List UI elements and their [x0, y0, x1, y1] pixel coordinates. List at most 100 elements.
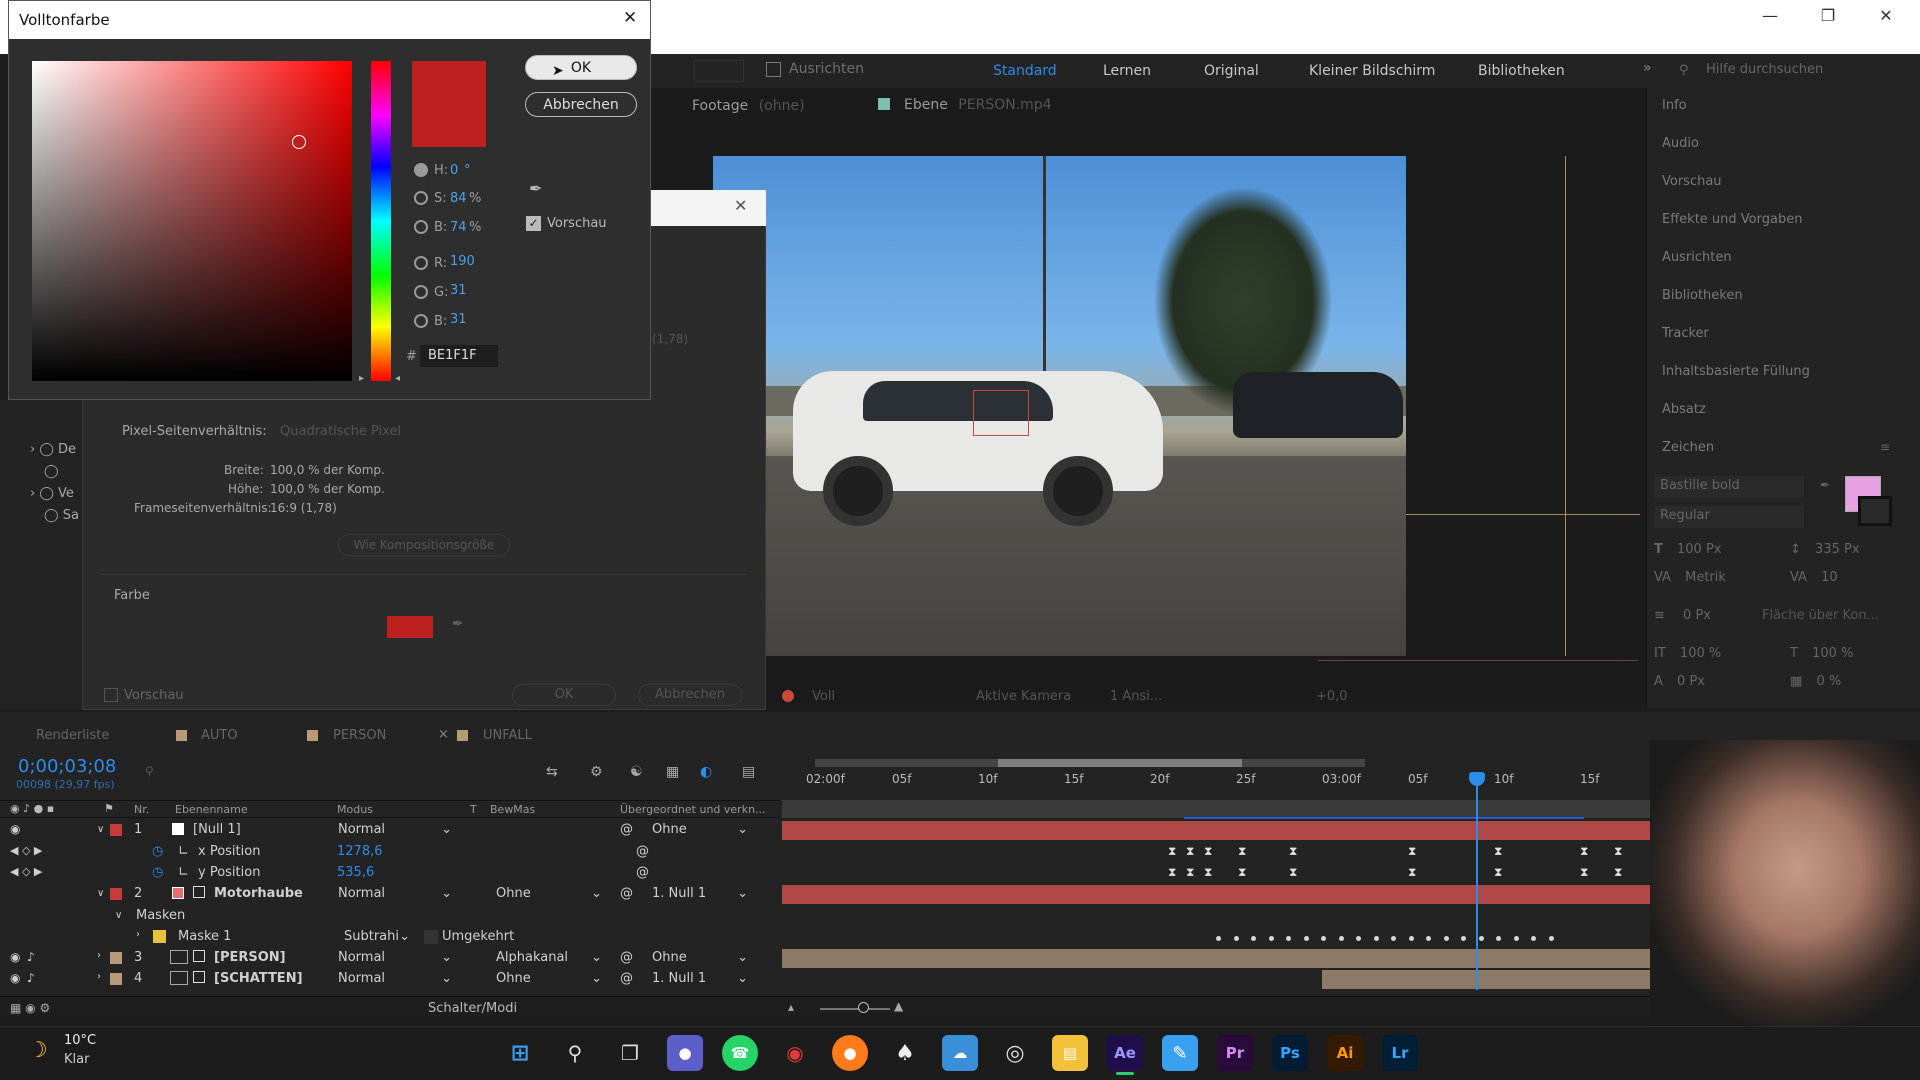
panel-bibliotheken[interactable]: Bibliotheken [1662, 288, 1743, 303]
keyframe-marker[interactable]: ⧗ [1408, 865, 1416, 880]
footer-toggle-icons[interactable]: ▦ ◉ ⚙ [10, 1001, 50, 1015]
trkmat-select[interactable]: Ohne ⌄ [496, 886, 606, 901]
hex-input[interactable]: BE1F1F [420, 345, 498, 367]
work-area-range[interactable] [998, 759, 1242, 767]
solid-ok-button[interactable]: OK [512, 684, 616, 706]
mask-keyframe-dot[interactable] [1356, 936, 1361, 941]
mask-keyframe-dot[interactable] [1286, 936, 1291, 941]
panel-menu-icon[interactable]: ≡ [1880, 440, 1890, 454]
saturation-brightness-field[interactable] [32, 61, 352, 381]
tab-person[interactable]: PERSON [333, 728, 386, 743]
file-sync-icon[interactable]: ☁ [942, 1035, 978, 1071]
kerning-field[interactable]: VA Metrik [1654, 570, 1726, 585]
expand-chevron-icon[interactable]: ∨ [97, 824, 104, 835]
illustrator-icon[interactable]: Ai [1327, 1035, 1363, 1071]
expand-chevron-icon[interactable]: › [97, 971, 101, 982]
vscale-field[interactable]: IT 100 % [1654, 646, 1721, 661]
h-value[interactable]: 0 [450, 163, 458, 178]
label-color[interactable] [110, 973, 122, 985]
keyframe-marker[interactable]: ⧗ [1204, 865, 1212, 880]
parent-select[interactable]: 1. Null 1 ⌄ [652, 971, 752, 986]
layer-tab[interactable]: Ebene PERSON.mp4 [904, 97, 1052, 113]
workspace-original[interactable]: Original [1204, 63, 1259, 79]
views-select[interactable]: 1 Ansi... [1110, 689, 1162, 704]
mask-keyframe-dot[interactable] [1513, 936, 1519, 941]
weather-condition[interactable]: Klar [64, 1052, 89, 1067]
mask-keyframe-dot[interactable] [1338, 936, 1344, 941]
layer-name[interactable]: [PERSON] [214, 950, 286, 965]
layer-row-motorhaube[interactable]: ∨ 2 Motorhaube Normal ⌄ Ohne ⌄ @ 1. Null 1… [0, 884, 780, 905]
workspace-lernen[interactable]: Lernen [1103, 63, 1151, 79]
mask-keyframe-dot[interactable] [1216, 936, 1221, 941]
keyframe-marker[interactable]: ⧗ [1494, 865, 1502, 880]
stroke-color-swatch[interactable] [1858, 496, 1892, 526]
switches-modes-toggle[interactable]: Schalter/Modi [428, 1001, 517, 1016]
r-radio[interactable] [414, 256, 428, 270]
layer-row-schatten[interactable]: ◉ ♪ › 4 [SCHATTEN] Normal ⌄ Ohne ⌄ @ 1. Nu… [0, 969, 780, 990]
mask-keyframe-dot[interactable] [1408, 936, 1414, 941]
workspace-overflow-icon[interactable]: » [1643, 60, 1652, 76]
layer-name[interactable]: [SCHATTEN] [214, 971, 303, 986]
puppet-icon[interactable]: ♠ [887, 1035, 923, 1071]
mask-keyframe-dot[interactable] [1443, 936, 1449, 941]
pickwhip-icon[interactable]: @ [620, 822, 633, 837]
g-value[interactable]: 31 [450, 283, 467, 298]
mask-keyframe-dot[interactable] [1303, 936, 1309, 941]
mode-select[interactable]: Normal ⌄ [338, 971, 456, 986]
tracking-field[interactable]: VA 10 [1790, 570, 1838, 585]
label-icon[interactable]: ⚑ [104, 802, 114, 815]
trkmat-select[interactable]: Ohne ⌄ [496, 971, 606, 986]
keyframe-marker[interactable]: ⧗ [1168, 844, 1176, 859]
keyframe-marker[interactable]: ⧗ [1186, 865, 1194, 880]
minimize-icon[interactable]: — [1741, 0, 1799, 30]
workspace-kleiner-bildschirm[interactable]: Kleiner Bildschirm [1309, 63, 1435, 79]
audio-icon[interactable]: ♪ [27, 971, 35, 985]
keyframe-marker[interactable]: ⧗ [1186, 844, 1194, 859]
file-explorer-icon[interactable]: ▤ [1052, 1035, 1088, 1071]
expand-chevron-icon[interactable]: ∨ [97, 888, 104, 899]
av-switches-icon[interactable]: ◉ ♪ ● ▪ [10, 802, 54, 815]
keyframe-marker[interactable]: ⧗ [1494, 844, 1502, 859]
h-radio[interactable] [414, 163, 428, 177]
comp-flowchart-icon[interactable]: ⇆ [546, 764, 558, 780]
word-icon[interactable]: ✎ [1162, 1035, 1198, 1071]
blue-value[interactable]: 31 [450, 312, 467, 327]
keyframe-marker[interactable]: ⧗ [1580, 865, 1588, 880]
mode-select[interactable]: Normal ⌄ [338, 950, 456, 965]
solid-color-swatch[interactable] [387, 616, 433, 638]
stopwatch-icon[interactable]: ◷ [152, 865, 163, 880]
hue-slider-left-arrow[interactable]: ▸ [359, 373, 364, 384]
shy-icon[interactable]: ☯ [630, 764, 643, 780]
keyframe-marker[interactable]: ⧗ [1168, 865, 1176, 880]
comp-size-button[interactable]: Wie Kompositionsgröße [338, 534, 510, 556]
footage-tab[interactable]: Footage (ohne) [692, 98, 805, 114]
stopwatch-icon[interactable]: ◷ [152, 844, 163, 859]
hscale-field[interactable]: T 100 % [1790, 646, 1853, 661]
expand-chevron-icon[interactable]: › [136, 929, 140, 940]
tab-unfall[interactable]: UNFALL [483, 728, 532, 743]
color-picker-close-icon[interactable]: ✕ [623, 8, 637, 28]
whatsapp-icon[interactable]: ☎ [722, 1035, 758, 1071]
color-ok-button[interactable]: OK [525, 55, 637, 80]
exposure-value[interactable]: +0,0 [1316, 689, 1348, 704]
camera-select[interactable]: Aktive Kamera [976, 689, 1071, 704]
parent-select[interactable]: Ohne ⌄ [652, 822, 752, 837]
panel-info[interactable]: Info [1662, 98, 1687, 113]
weather-moon-icon[interactable]: ☽ [28, 1038, 48, 1063]
premiere-icon[interactable]: Pr [1217, 1035, 1253, 1071]
inverted-checkbox[interactable] [424, 930, 438, 944]
solid-settings-close-icon[interactable]: ✕ [734, 196, 747, 215]
keyframe-marker[interactable]: ⧗ [1204, 844, 1212, 859]
zoom-in-icon[interactable]: ▲ [894, 999, 903, 1013]
col-name[interactable]: Ebenenname [175, 803, 248, 816]
mask-keyframe-dot[interactable] [1496, 936, 1501, 941]
eye-icon[interactable]: ◉ [10, 950, 20, 964]
mask-keyframe-dot[interactable] [1251, 936, 1256, 941]
mask-name[interactable]: Maske 1 [178, 929, 231, 944]
panel-tracker[interactable]: Tracker [1662, 326, 1709, 341]
solid-cancel-button[interactable]: Abbrechen [638, 684, 742, 706]
s-radio[interactable] [414, 191, 428, 205]
eye-icon[interactable]: ◉ [10, 971, 20, 985]
b-value[interactable]: 74 [450, 220, 467, 235]
baseline-field[interactable]: A 0 Px [1654, 674, 1705, 689]
